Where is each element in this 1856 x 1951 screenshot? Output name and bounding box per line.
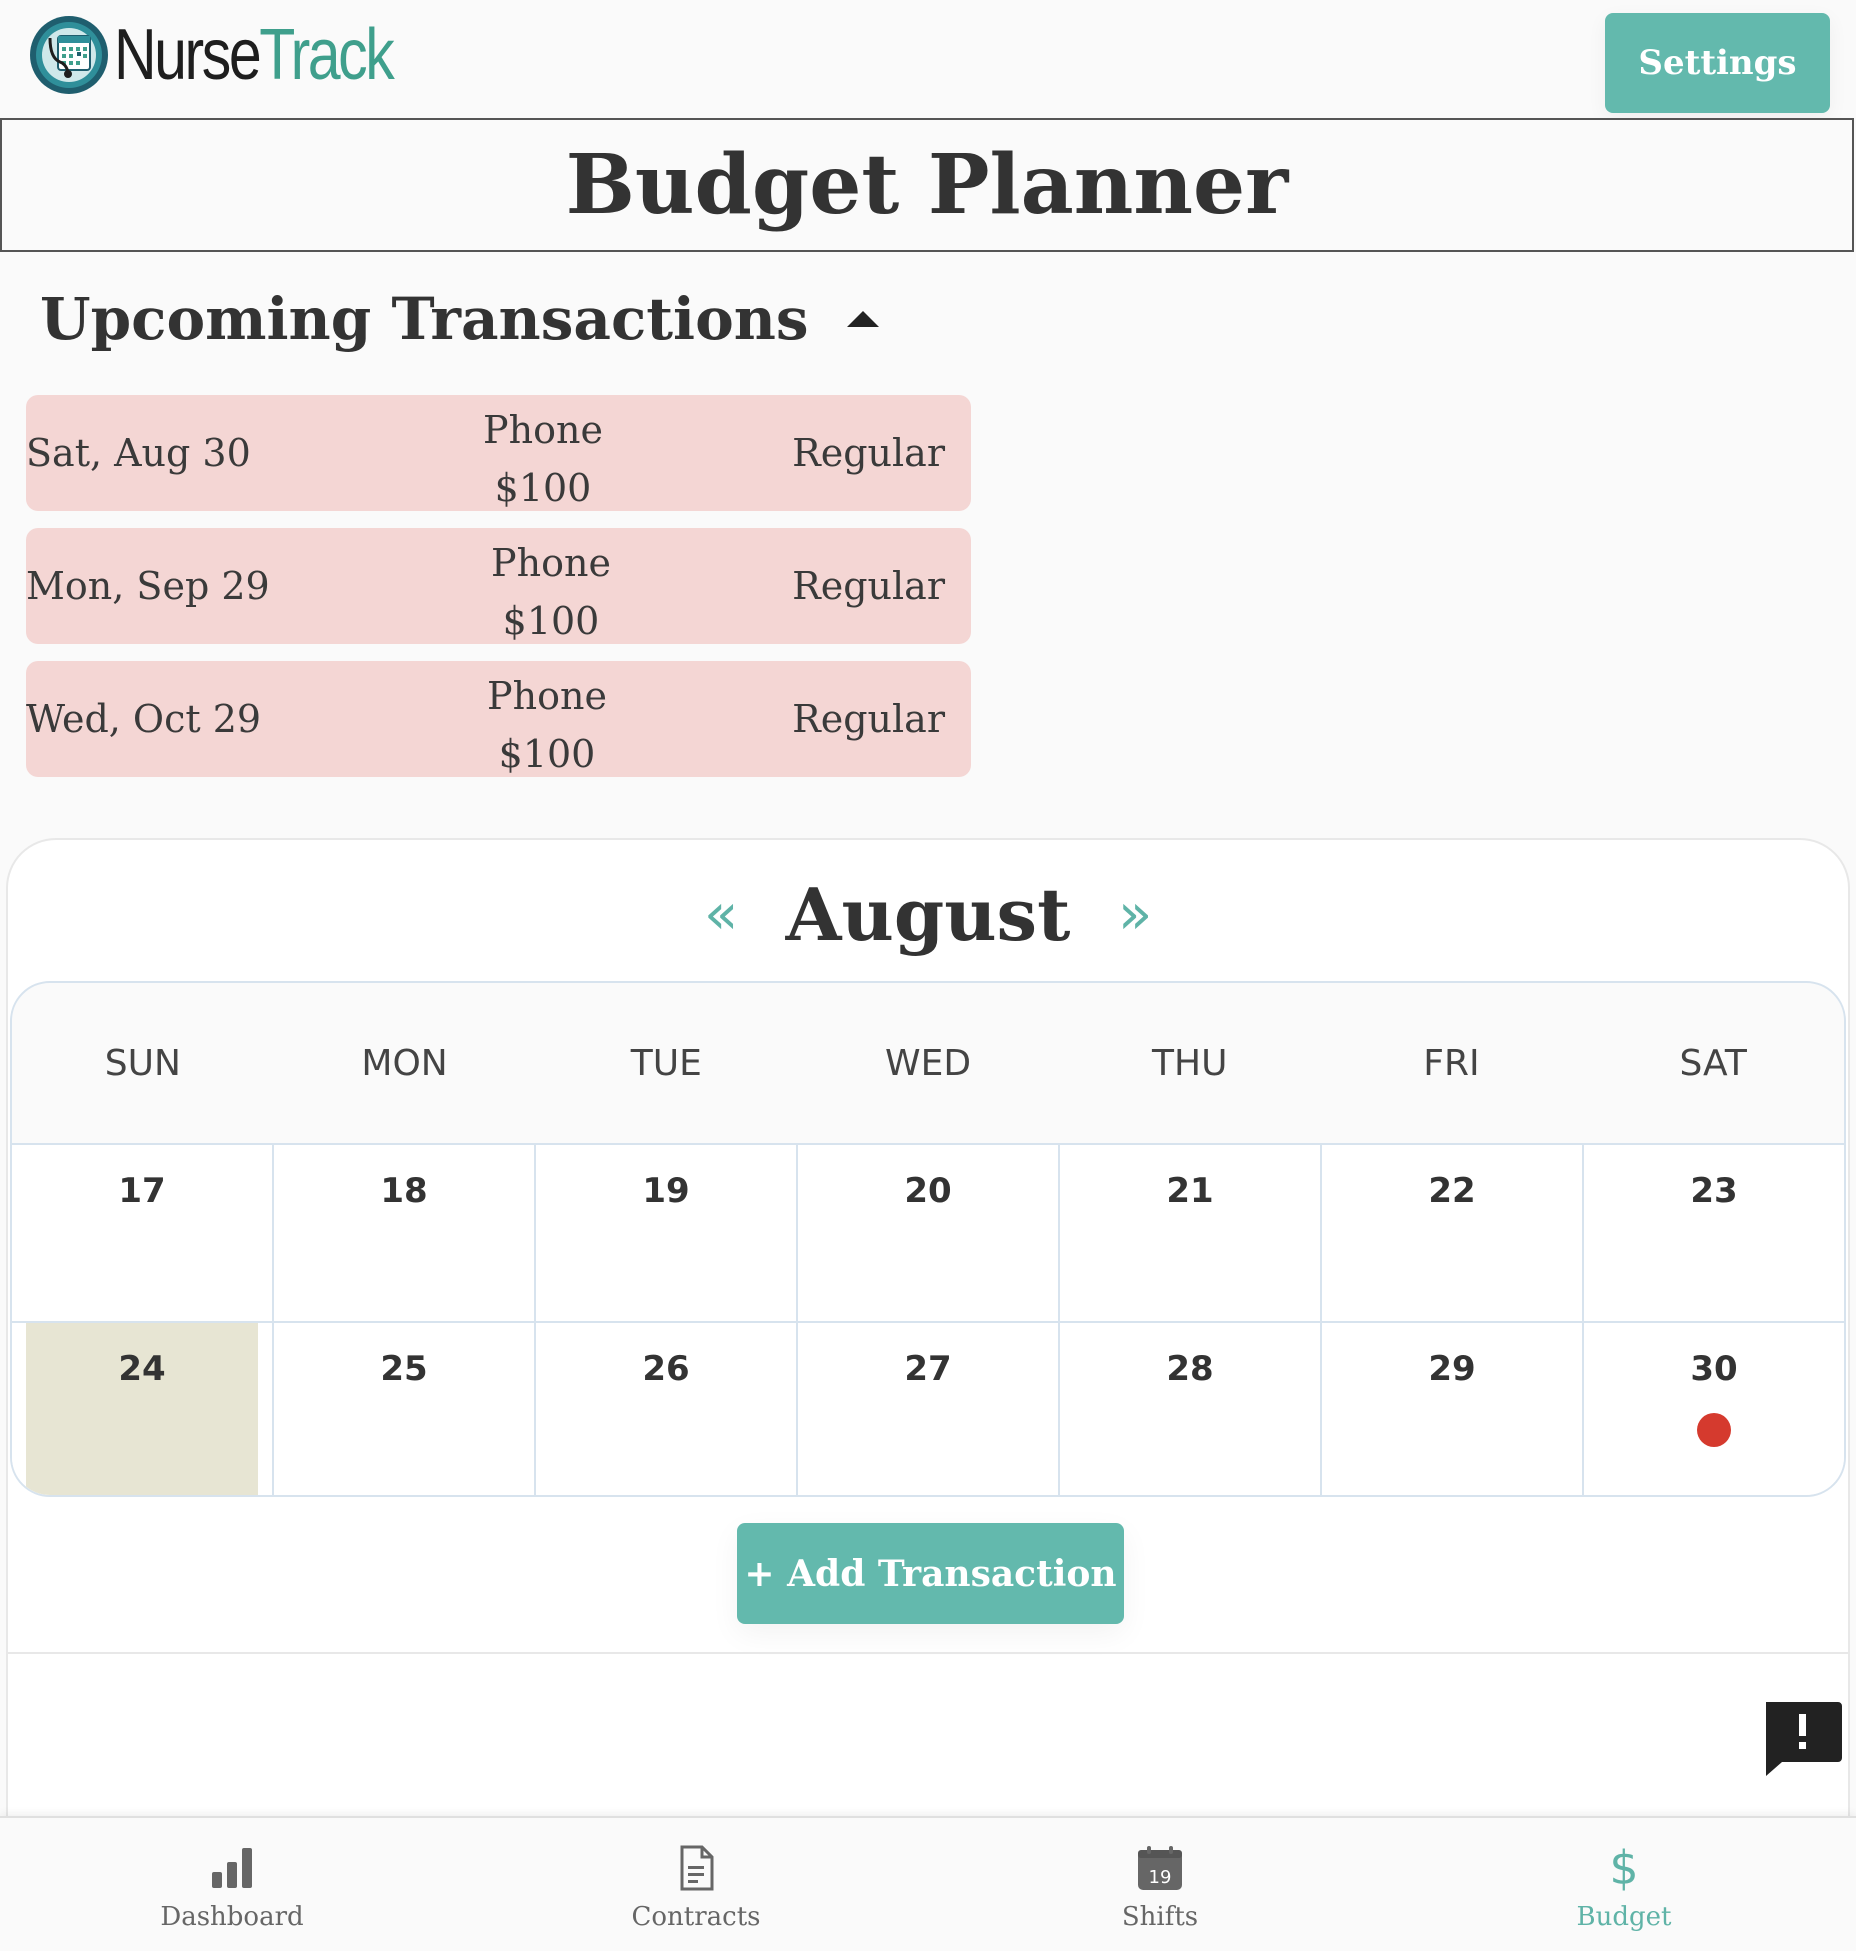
calendar-icon-date: 19 xyxy=(1149,1867,1172,1888)
calendar-day[interactable]: 30 xyxy=(1582,1323,1844,1495)
weekday-label: FRI xyxy=(1423,1042,1480,1084)
transaction-amount: $100 xyxy=(498,732,596,776)
transaction-item[interactable]: Sat, Aug 30 Phone $100 Regular xyxy=(26,395,971,511)
day-number: 18 xyxy=(380,1171,428,1211)
month-title: August xyxy=(785,872,1071,957)
calendar-day[interactable]: 20 xyxy=(796,1145,1058,1323)
transaction-item[interactable]: Wed, Oct 29 Phone $100 Regular xyxy=(26,661,971,777)
transaction-name: Phone xyxy=(487,674,607,718)
bottom-navigation: Dashboard Contracts 19 Shifts $ Budget xyxy=(0,1816,1856,1951)
calendar-grid: SUN MON TUE WED THU FRI SAT 17 18 19 20 … xyxy=(10,981,1846,1497)
nav-label: Shifts xyxy=(1121,1902,1199,1932)
day-number: 27 xyxy=(904,1349,952,1389)
calendar-week-row: 17 18 19 20 21 22 23 xyxy=(12,1143,1844,1323)
transaction-amount: $100 xyxy=(494,466,592,510)
add-transaction-button[interactable]: + Add Transaction xyxy=(737,1523,1124,1624)
nav-dashboard[interactable]: Dashboard xyxy=(82,1818,382,1951)
calendar-day[interactable]: 21 xyxy=(1058,1145,1320,1323)
nav-label: Contracts xyxy=(631,1902,761,1932)
prev-month-icon[interactable]: « xyxy=(704,870,738,960)
day-number: 20 xyxy=(904,1171,952,1211)
calendar-icon: 19 xyxy=(1138,1846,1182,1890)
calendar-day[interactable]: 22 xyxy=(1320,1145,1582,1323)
day-number: 30 xyxy=(1690,1349,1738,1389)
feedback-icon[interactable] xyxy=(1762,1698,1842,1778)
transaction-date: Mon, Sep 29 xyxy=(26,564,270,608)
day-number: 19 xyxy=(642,1171,690,1211)
calendar-day[interactable]: 18 xyxy=(272,1145,534,1323)
next-month-icon[interactable]: » xyxy=(1118,870,1152,960)
nav-shifts[interactable]: 19 Shifts xyxy=(1010,1818,1310,1951)
logo-wordmark: NurseTrack xyxy=(114,14,395,96)
day-number: 25 xyxy=(380,1349,428,1389)
transaction-event-dot[interactable] xyxy=(1697,1413,1731,1447)
calendar-day[interactable]: 28 xyxy=(1058,1323,1320,1495)
month-navigation: August « » xyxy=(8,870,1848,960)
day-number: 21 xyxy=(1166,1171,1214,1211)
calendar-day[interactable]: 19 xyxy=(534,1145,796,1323)
calendar-week-row: 24 25 26 27 28 29 30 xyxy=(12,1321,1844,1495)
weekday-label: WED xyxy=(884,1042,972,1084)
divider xyxy=(8,1652,1848,1654)
day-number: 23 xyxy=(1690,1171,1738,1211)
upcoming-transactions-toggle[interactable]: Upcoming Transactions xyxy=(40,285,879,353)
day-number: 22 xyxy=(1428,1171,1476,1211)
app-logo[interactable]: NurseTrack xyxy=(28,14,453,96)
nav-budget[interactable]: $ Budget xyxy=(1474,1818,1774,1951)
calendar-day[interactable]: 27 xyxy=(796,1323,1058,1495)
calendar-day[interactable]: 29 xyxy=(1320,1323,1582,1495)
bar-chart-icon xyxy=(212,1848,252,1888)
logo-icon xyxy=(30,16,108,94)
weekday-header-row: SUN MON TUE WED THU FRI SAT xyxy=(12,983,1844,1143)
logo-text-nurse: Nurse xyxy=(114,15,262,95)
calendar-day[interactable]: 25 xyxy=(272,1323,534,1495)
transaction-name: Phone xyxy=(491,541,611,585)
day-number: 24 xyxy=(118,1349,166,1389)
weekday-label: MON xyxy=(361,1042,448,1084)
transaction-date: Wed, Oct 29 xyxy=(26,697,262,741)
transaction-date: Sat, Aug 30 xyxy=(26,431,251,475)
upcoming-transactions-heading: Upcoming Transactions xyxy=(40,285,809,353)
nav-label: Dashboard xyxy=(160,1902,304,1932)
logo-text-track: Track xyxy=(259,15,395,95)
day-number: 29 xyxy=(1428,1349,1476,1389)
calendar-day[interactable]: 26 xyxy=(534,1323,796,1495)
calendar-panel: August « » SUN MON TUE WED THU FRI SAT 1… xyxy=(6,838,1850,1838)
weekday-label: SUN xyxy=(104,1042,181,1084)
page-title: Budget Planner xyxy=(565,137,1289,233)
calendar-day[interactable]: 17 xyxy=(12,1145,272,1323)
transaction-name: Phone xyxy=(483,408,603,452)
transaction-type: Regular xyxy=(792,431,945,475)
weekday-label: SAT xyxy=(1679,1042,1747,1084)
transaction-item[interactable]: Mon, Sep 29 Phone $100 Regular xyxy=(26,528,971,644)
transaction-type: Regular xyxy=(792,564,945,608)
calendar-day-today[interactable]: 24 xyxy=(12,1323,272,1495)
transaction-amount: $100 xyxy=(502,599,600,643)
nav-contracts[interactable]: Contracts xyxy=(546,1818,846,1951)
day-number: 17 xyxy=(118,1171,166,1211)
document-icon xyxy=(680,1845,714,1891)
caret-up-icon xyxy=(846,311,879,327)
weekday-label: TUE xyxy=(630,1042,702,1084)
dollar-icon: $ xyxy=(1609,1841,1639,1895)
day-number: 28 xyxy=(1166,1349,1214,1389)
nav-label: Budget xyxy=(1576,1902,1672,1932)
transaction-type: Regular xyxy=(792,697,945,741)
page-title-bar: Budget Planner xyxy=(0,118,1854,252)
weekday-label: THU xyxy=(1152,1042,1228,1084)
settings-button[interactable]: Settings xyxy=(1605,13,1830,113)
app-header: NurseTrack Settings xyxy=(0,0,1856,118)
calendar-day[interactable]: 23 xyxy=(1582,1145,1844,1323)
day-number: 26 xyxy=(642,1349,690,1389)
